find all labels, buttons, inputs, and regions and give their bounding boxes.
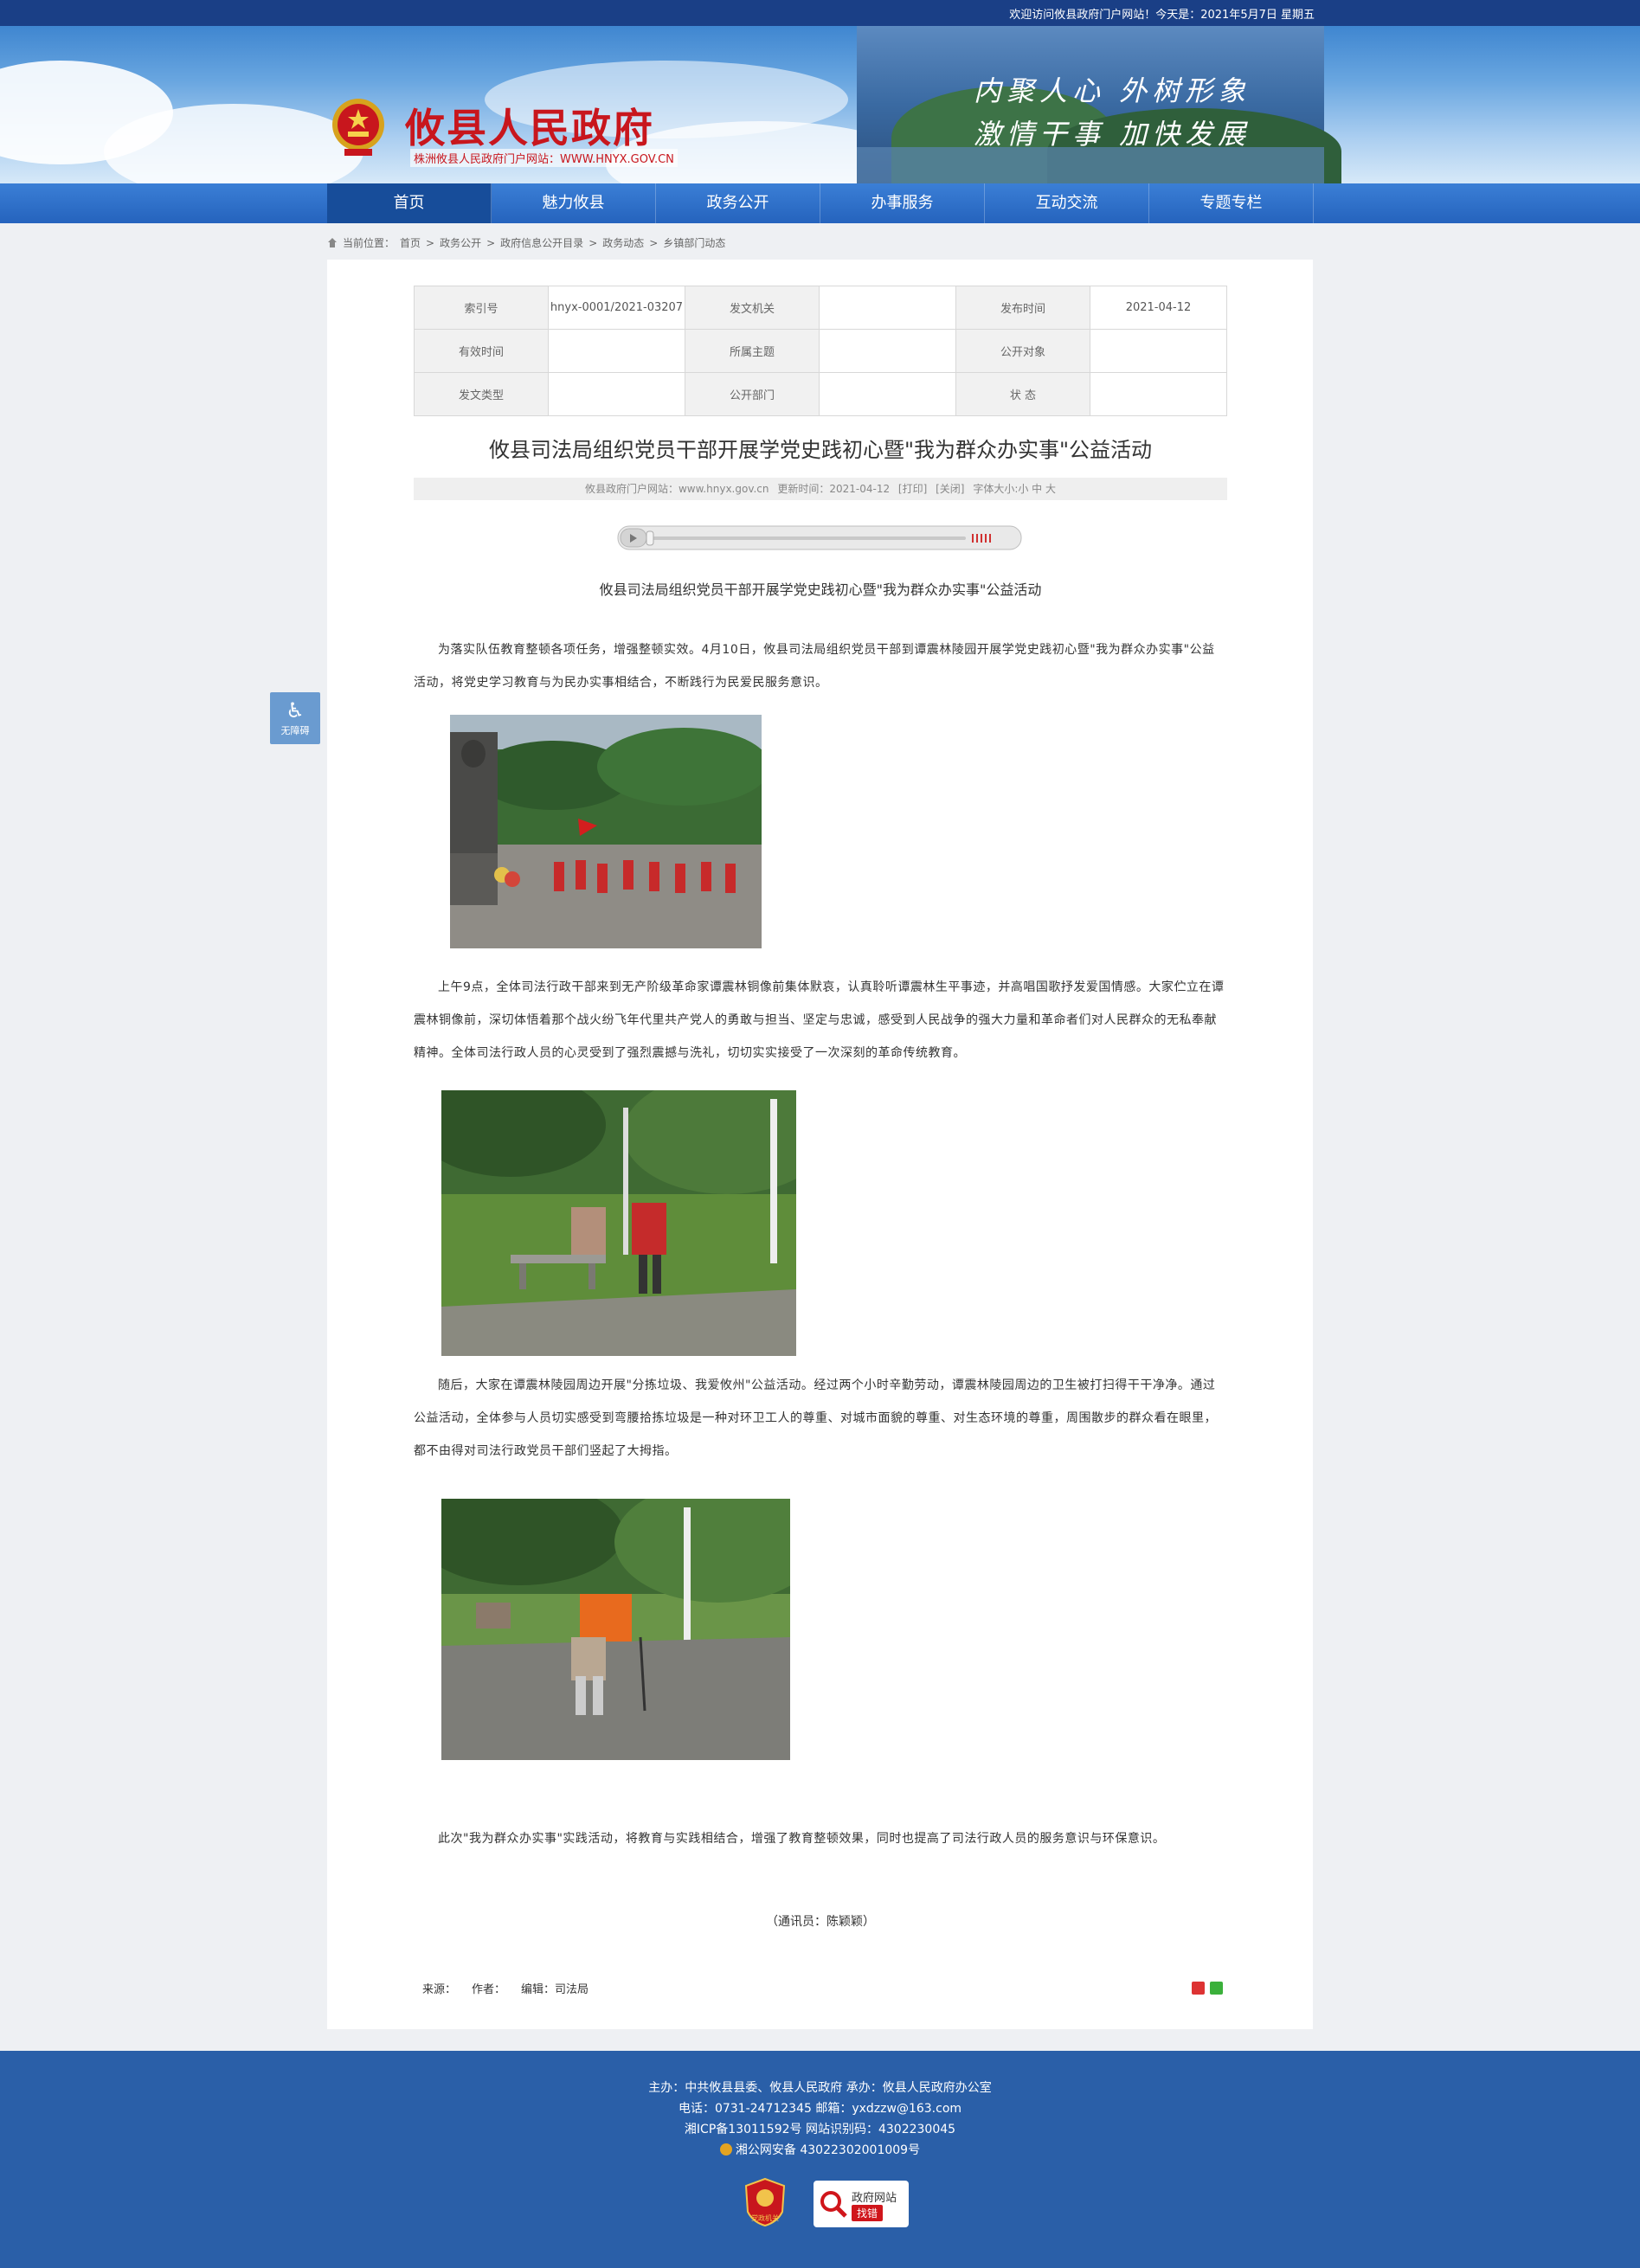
site-subtitle: 株洲攸县人民政府门户网站：WWW.HNYX.GOV.CN <box>410 149 678 167</box>
site-title[interactable]: 攸县人民政府 <box>405 97 654 154</box>
footer-icp[interactable]: 湘ICP备13011592号 网站识别码：4302230045 <box>0 2120 1640 2137</box>
magnifier-icon <box>820 2191 847 2218</box>
table-value <box>819 329 956 373</box>
badge2-line1: 政府网站 <box>852 2192 897 2205</box>
table-value: 2021-04-12 <box>1090 286 1227 330</box>
table-key: 状 态 <box>955 372 1090 416</box>
police-record-text: 湘公网安备 43022302001009号 <box>735 2143 921 2157</box>
article-title: 攸县司法局组织党员干部开展学党史践初心暨"我为群众办实事"公益活动 <box>488 438 1153 462</box>
footer-police-record[interactable]: 湘公网安备 43022302001009号 <box>0 2141 1640 2158</box>
breadcrumb-link[interactable]: 政府信息公开目录 <box>500 235 583 250</box>
site-footer: 主办：中共攸县县委、攸县人民政府 承办：攸县人民政府办公室 电话：0731-24… <box>0 2051 1640 2268</box>
footer-contact: 电话：0731-24712345 邮箱：yxdzzw@163.com <box>678 2102 962 2116</box>
wechat-share-icon[interactable] <box>1210 1982 1223 1995</box>
article-panel: 索引号 hnyx-0001/2021-03207 发文机关 发布时间 2021-… <box>327 260 1313 2029</box>
nav-item-gov-affairs[interactable]: 政务公开 <box>656 183 820 223</box>
reporter-credit: （通讯员：陈颖颖） <box>766 1915 875 1929</box>
footer-sponsor: 主办：中共攸县县委、攸县人民政府 承办：攸县人民政府办公室 <box>648 2081 992 2095</box>
article-paragraph: 随后，大家在谭震林陵园周边开展"分拣垃圾、我爱攸州"公益活动。经过两个小时辛勤劳… <box>414 1378 1217 1458</box>
breadcrumb-separator: > <box>649 236 659 249</box>
main-nav: 首页 魅力攸县 政务公开 办事服务 互动交流 专题专栏 <box>0 183 1640 223</box>
article-paragraph: 此次"我为群众办实事"实践活动，将教育与实践相结合，增强了教育整顿效果，同时也提… <box>438 1832 1166 1846</box>
table-key: 发文类型 <box>414 372 549 416</box>
photo-park-cleanup <box>441 1090 796 1356</box>
photo-picking-litter <box>441 1499 790 1760</box>
badge2-line2: 找错 <box>852 2205 884 2221</box>
gov-site-error-report-button[interactable]: 政府网站 找错 <box>814 2181 909 2227</box>
nav-item-home[interactable]: 首页 <box>327 183 492 223</box>
article-footer-info: 来源： 作者： 编辑：司法局 <box>422 1980 588 1996</box>
progress-handle <box>646 530 654 546</box>
font-size-control[interactable]: 字体大小:小 中 大 <box>973 483 1056 495</box>
table-key: 公开部门 <box>685 372 820 416</box>
lake-shape <box>857 147 1324 183</box>
progress-track <box>650 536 966 540</box>
breadcrumb-separator: > <box>426 236 435 249</box>
author-label: 作者： <box>472 1983 506 1996</box>
editor-label: 编辑：司法局 <box>521 1983 589 1996</box>
photo-statue-ceremony <box>450 715 762 948</box>
article-meta-bar: 攸县政府门户网站：www.hnyx.gov.cn 更新时间：2021-04-12… <box>414 478 1227 500</box>
accessibility-button[interactable]: ♿ 无障碍 <box>270 692 320 744</box>
table-key: 公开对象 <box>955 329 1090 373</box>
table-key: 发文机关 <box>685 286 820 330</box>
nav-item-charm[interactable]: 魅力攸县 <box>492 183 656 223</box>
table-value: hnyx-0001/2021-03207 <box>548 286 685 330</box>
info-table: 索引号 hnyx-0001/2021-03207 发文机关 发布时间 2021-… <box>414 286 1227 416</box>
nav-item-interaction[interactable]: 互动交流 <box>985 183 1149 223</box>
breadcrumb-separator: > <box>486 236 496 249</box>
top-bar: 欢迎访问攸县政府门户网站！今天是：2021年5月7日 星期五 <box>0 0 1640 26</box>
table-value <box>548 372 685 416</box>
article-source: 攸县政府门户网站：www.hnyx.gov.cn <box>584 483 769 495</box>
table-value <box>548 329 685 373</box>
source-label: 来源： <box>422 1983 457 1996</box>
table-key: 发布时间 <box>955 286 1090 330</box>
table-value <box>1090 372 1227 416</box>
slogan-line-2: 激情干事 加快发展 <box>974 118 1251 151</box>
table-key: 索引号 <box>414 286 549 330</box>
police-badge-icon <box>719 2143 732 2156</box>
table-key: 有效时间 <box>414 329 549 373</box>
nav-item-services[interactable]: 办事服务 <box>820 183 985 223</box>
header-banner: 攸县人民政府 株洲攸县人民政府门户网站：WWW.HNYX.GOV.CN 内聚人心… <box>0 26 1640 183</box>
weibo-share-icon[interactable] <box>1192 1982 1205 1995</box>
badge1-label: 党政机关 <box>751 2213 779 2222</box>
table-row: 索引号 hnyx-0001/2021-03207 发文机关 发布时间 2021-… <box>414 286 1227 330</box>
home-icon <box>327 238 338 247</box>
wheelchair-icon: ♿ <box>286 698 305 723</box>
breadcrumb-separator: > <box>588 236 598 249</box>
party-gov-badge-icon[interactable]: 党政机关 <box>743 2177 788 2227</box>
article-paragraph: 为落实队伍教育整顿各项任务，增强整顿实效。4月10日，攸县司法局组织党员干部到谭… <box>414 643 1215 690</box>
table-key: 所属主题 <box>685 329 820 373</box>
table-row: 有效时间 所属主题 公开对象 <box>414 329 1227 373</box>
table-value <box>819 372 956 416</box>
accessibility-label: 无障碍 <box>280 725 310 736</box>
article-updated: 更新时间：2021-04-12 <box>777 483 891 495</box>
breadcrumb-prefix: 当前位置： <box>343 237 396 249</box>
national-emblem-icon <box>332 99 384 156</box>
audio-player[interactable] <box>617 524 1024 552</box>
breadcrumb-link[interactable]: 乡镇部门动态 <box>663 235 725 250</box>
table-value <box>1090 329 1227 373</box>
article-paragraph: 上午9点，全体司法行政干部来到无产阶级革命家谭震林铜像前集体默哀，认真聆听谭震林… <box>414 980 1225 1060</box>
breadcrumb-link[interactable]: 政务公开 <box>440 235 481 250</box>
slogan-line-1: 内聚人心 外树形象 <box>974 74 1251 107</box>
share-icons <box>1192 1982 1223 1995</box>
nav-item-topics[interactable]: 专题专栏 <box>1149 183 1314 223</box>
print-link[interactable]: [打印] <box>898 483 927 495</box>
welcome-text: 欢迎访问攸县政府门户网站！今天是：2021年5月7日 星期五 <box>1009 9 1315 22</box>
breadcrumb-link[interactable]: 政务动态 <box>602 235 644 250</box>
breadcrumb: 当前位置： 首页 > 政务公开 > 政府信息公开目录 > 政务动态 > 乡镇部门… <box>327 235 725 250</box>
close-link[interactable]: [关闭] <box>936 483 964 495</box>
table-value <box>819 286 956 330</box>
table-row: 发文类型 公开部门 状 态 <box>414 372 1227 416</box>
article-caption: 攸县司法局组织党员干部开展学党史践初心暨"我为群众办实事"公益活动 <box>599 581 1042 598</box>
breadcrumb-link[interactable]: 首页 <box>400 235 421 250</box>
